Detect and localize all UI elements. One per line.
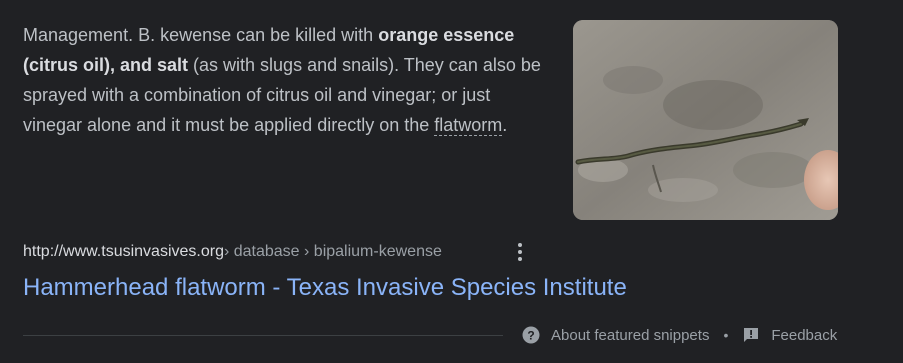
result-url-breadcrumb: › database › bipalium-kewense xyxy=(223,243,442,260)
about-featured-snippets-link[interactable]: ? About featured snippets xyxy=(522,326,709,344)
snippet-text-part3: . xyxy=(502,115,508,135)
result-url-host: http://www.tsusinvasives.org xyxy=(23,243,224,260)
more-vert-icon[interactable] xyxy=(510,241,530,263)
svg-text:?: ? xyxy=(527,328,534,342)
result-title-link[interactable]: Hammerhead flatworm - Texas Invasive Spe… xyxy=(23,272,627,304)
featured-snippet-text: Management. B. kewense can be killed wit… xyxy=(23,20,543,140)
about-featured-snippets-label: About featured snippets xyxy=(551,326,710,344)
feedback-link[interactable]: Feedback xyxy=(742,326,837,344)
feedback-icon xyxy=(742,326,760,344)
flatworm-photo-graphic xyxy=(573,20,838,220)
footer-divider xyxy=(23,335,503,336)
flatworm-definition-link[interactable]: flatworm xyxy=(434,115,503,136)
feedback-label: Feedback xyxy=(771,326,838,344)
snippet-footer: ? About featured snippets • Feedback xyxy=(522,324,837,346)
result-citation: http://www.tsusinvasives.org › database … xyxy=(23,241,442,263)
footer-separator: • xyxy=(723,327,729,343)
snippet-text-part1: Management. B. kewense can be killed wit… xyxy=(23,25,379,45)
help-circle-icon: ? xyxy=(522,326,540,344)
snippet-thumbnail-image[interactable] xyxy=(573,20,838,220)
